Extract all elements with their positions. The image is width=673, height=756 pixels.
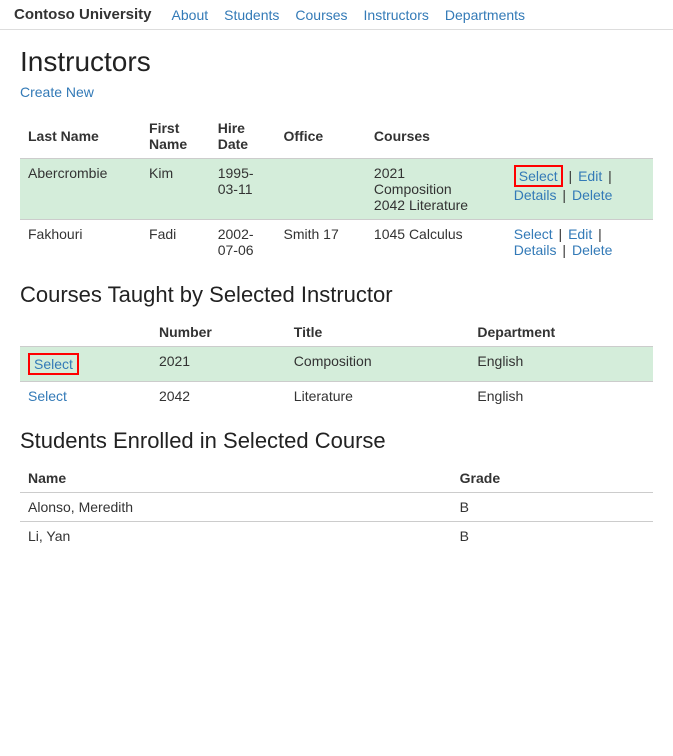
instructor-hiredate: 2002-07-06 (210, 220, 276, 265)
instructor-actions: Select | Edit | Details | Delete (506, 159, 653, 220)
course-select-cell: Select (20, 382, 151, 411)
table-row: Select 2042 Literature English (20, 382, 653, 411)
instructor-firstname: Kim (141, 159, 210, 220)
table-row: Fakhouri Fadi 2002-07-06 Smith 17 1045 C… (20, 220, 653, 265)
instructor-courses: 1045 Calculus (366, 220, 506, 265)
student-name: Alonso, Meredith (20, 493, 452, 522)
select-course-2042-link[interactable]: Select (28, 388, 67, 404)
delete-abercrombie-link[interactable]: Delete (572, 187, 612, 203)
instructor-actions: Select | Edit | Details | Delete (506, 220, 653, 265)
instructor-office (275, 159, 365, 220)
instructor-lastname: Fakhouri (20, 220, 141, 265)
col-grade: Grade (452, 464, 653, 493)
table-row: Select 2021 Composition English (20, 347, 653, 382)
nav-about[interactable]: About (172, 7, 209, 23)
col-office: Office (275, 114, 365, 159)
student-grade: B (452, 493, 653, 522)
page-title: Instructors (20, 46, 653, 78)
col-courses: Courses (366, 114, 506, 159)
navbar: Contoso University About Students Course… (0, 0, 673, 30)
select-course-2021-link[interactable]: Select (28, 353, 79, 375)
students-table: Name Grade Alonso, Meredith B Li, Yan B (20, 464, 653, 550)
col-hire-date: HireDate (210, 114, 276, 159)
table-row: Alonso, Meredith B (20, 493, 653, 522)
instructor-office: Smith 17 (275, 220, 365, 265)
table-row: Abercrombie Kim 1995-03-11 2021Compositi… (20, 159, 653, 220)
instructor-firstname: Fadi (141, 220, 210, 265)
select-abercrombie-link[interactable]: Select (514, 165, 563, 187)
nav-courses[interactable]: Courses (295, 7, 347, 23)
details-abercrombie-link[interactable]: Details (514, 187, 557, 203)
delete-fakhouri-link[interactable]: Delete (572, 242, 612, 258)
col-number: Number (151, 318, 286, 347)
col-actions (506, 114, 653, 159)
nav-departments[interactable]: Departments (445, 7, 525, 23)
course-select-cell: Select (20, 347, 151, 382)
course-title: Composition (286, 347, 470, 382)
col-select (20, 318, 151, 347)
col-first-name: FirstName (141, 114, 210, 159)
col-name: Name (20, 464, 452, 493)
nav-links: About Students Courses Instructors Depar… (172, 7, 526, 23)
col-last-name: Last Name (20, 114, 141, 159)
nav-brand: Contoso University (14, 6, 152, 23)
nav-students[interactable]: Students (224, 7, 279, 23)
details-fakhouri-link[interactable]: Details (514, 242, 557, 258)
instructor-courses: 2021Composition2042 Literature (366, 159, 506, 220)
course-number: 2042 (151, 382, 286, 411)
table-row: Li, Yan B (20, 522, 653, 551)
instructors-table: Last Name FirstName HireDate Office Cour… (20, 114, 653, 264)
students-section-title: Students Enrolled in Selected Course (20, 428, 653, 454)
course-title: Literature (286, 382, 470, 411)
select-fakhouri-link[interactable]: Select (514, 226, 553, 242)
instructor-lastname: Abercrombie (20, 159, 141, 220)
courses-table: Number Title Department Select 2021 Comp… (20, 318, 653, 410)
col-department: Department (469, 318, 653, 347)
course-department: English (469, 347, 653, 382)
edit-fakhouri-link[interactable]: Edit (568, 226, 592, 242)
nav-instructors[interactable]: Instructors (364, 7, 429, 23)
create-new-link[interactable]: Create New (20, 84, 94, 100)
course-number: 2021 (151, 347, 286, 382)
main-content: Instructors Create New Last Name FirstNa… (0, 30, 673, 572)
instructor-hiredate: 1995-03-11 (210, 159, 276, 220)
student-grade: B (452, 522, 653, 551)
edit-abercrombie-link[interactable]: Edit (578, 168, 602, 184)
courses-section-title: Courses Taught by Selected Instructor (20, 282, 653, 308)
course-department: English (469, 382, 653, 411)
student-name: Li, Yan (20, 522, 452, 551)
col-title: Title (286, 318, 470, 347)
